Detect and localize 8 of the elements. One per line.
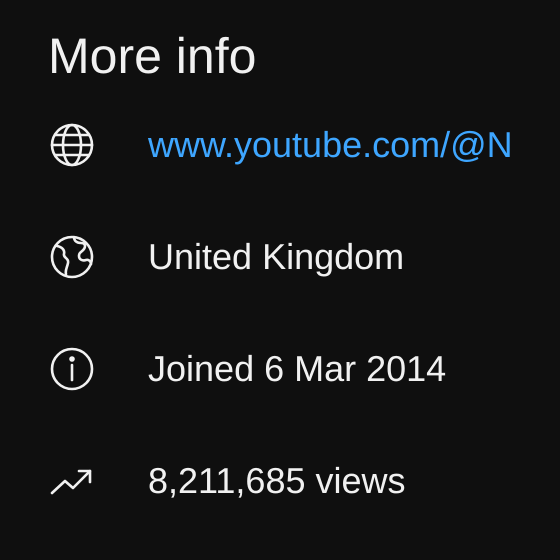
section-title: More info (48, 27, 256, 86)
info-text: 8,211,685 views (148, 459, 406, 503)
info-text: United Kingdom (148, 235, 404, 279)
globe-icon (48, 121, 96, 169)
channel-link[interactable]: www.youtube.com/@N (148, 118, 513, 172)
earth-icon (48, 233, 96, 281)
info-text: Joined 6 Mar 2014 (148, 347, 446, 391)
info-icon (48, 345, 96, 393)
